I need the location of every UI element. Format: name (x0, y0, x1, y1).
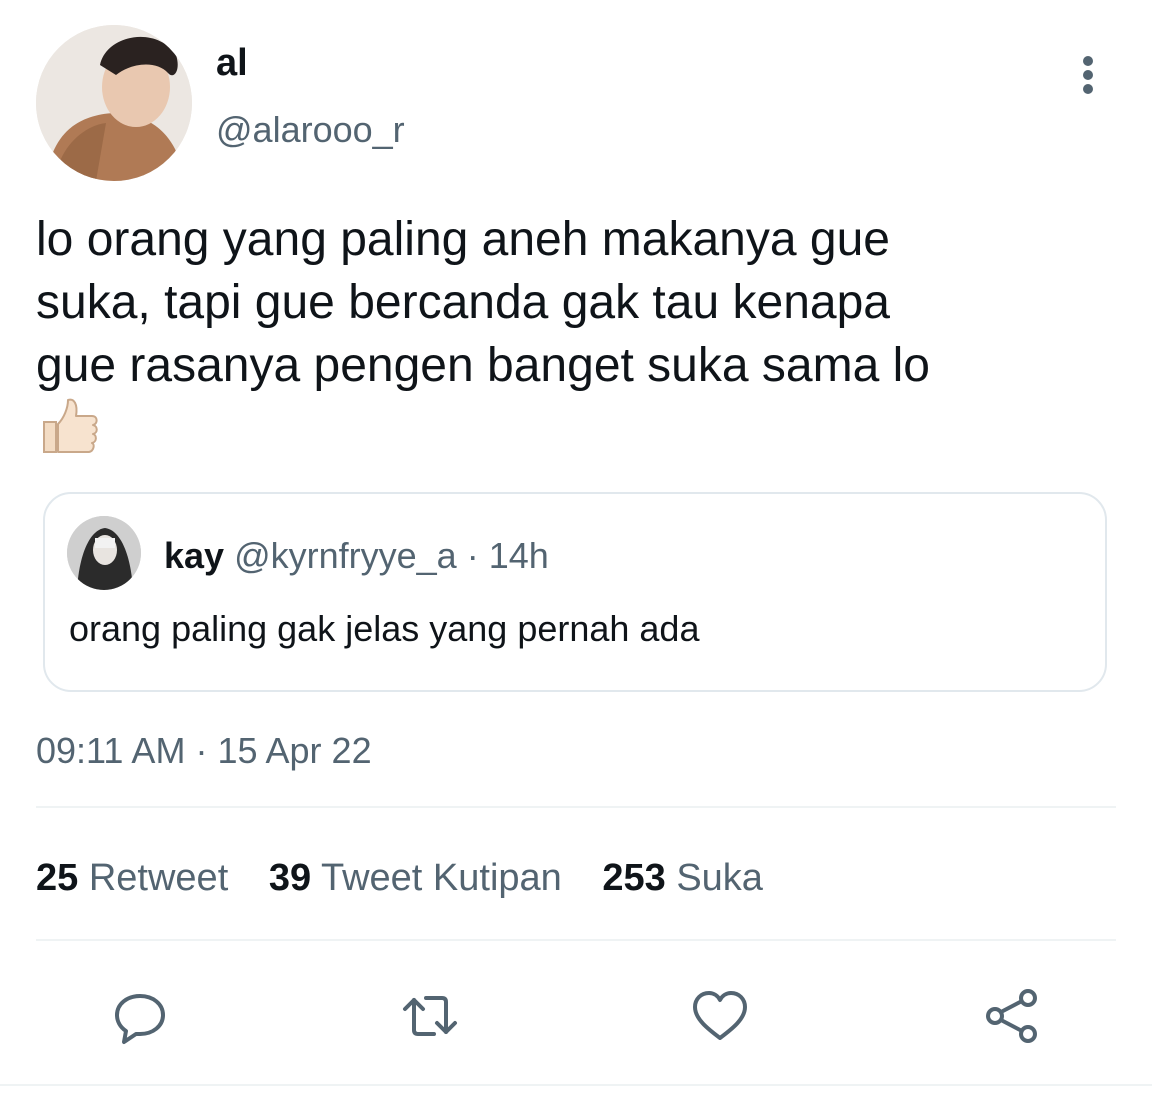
quoted-header: kay @kyrnfryye_a · 14h (164, 534, 549, 578)
reply-icon (115, 994, 165, 1044)
stat-label: Suka (676, 857, 763, 899)
tweet-date: 15 Apr 22 (217, 730, 372, 771)
quote-tweet-count-link[interactable]: 39 Tweet Kutipan (269, 854, 562, 902)
more-options-icon[interactable] (1070, 52, 1110, 98)
like-button[interactable] (688, 984, 752, 1048)
tweet-text-line: gue rasanya pengen banget suka sama lo (36, 339, 930, 392)
avatar-image (36, 25, 192, 181)
stat-count: 39 (268, 857, 312, 899)
stat-count: 25 (36, 857, 79, 899)
tweet-timestamp[interactable]: 09:11 AM · 15 Apr 22 (36, 728, 372, 774)
avatar-image (67, 516, 141, 590)
quoted-time: 14h (488, 535, 549, 576)
engagement-stats: 25 Retweet 39 Tweet Kutipan 253 Suka (36, 854, 793, 902)
tweet-text: lo orang yang paling aneh makanya gue suk… (36, 208, 1126, 397)
share-button[interactable] (980, 984, 1044, 1048)
tweet-text-line: lo orang yang paling aneh makanya gue (36, 213, 890, 266)
quoted-tweet[interactable] (43, 492, 1107, 692)
author-handle[interactable]: @alarooo_r (216, 108, 405, 152)
quoted-author-handle[interactable]: @kyrnfryye_a (234, 535, 457, 576)
divider (36, 806, 1116, 808)
thumbs-up-icon (43, 398, 98, 453)
like-icon (693, 991, 747, 1040)
stat-label: Tweet Kutipan (320, 857, 562, 899)
thumbs-up-emoji (38, 394, 102, 458)
retweet-count-link[interactable]: 25 Retweet (36, 854, 228, 902)
quoted-author-name[interactable]: kay (164, 535, 224, 576)
retweet-button[interactable] (398, 984, 462, 1048)
separator-dot: · (195, 730, 208, 771)
reply-button[interactable] (108, 984, 172, 1048)
author-avatar[interactable] (36, 25, 192, 181)
retweet-icon (403, 996, 457, 1036)
stat-label: Retweet (88, 857, 229, 899)
tweet-text-line: suka, tapi gue bercanda gak tau kenapa (36, 276, 890, 329)
tweet-time: 09:11 AM (36, 730, 186, 771)
divider (36, 939, 1116, 941)
separator-dot: · (466, 535, 479, 576)
quoted-text: orang paling gak jelas yang pernah ada (69, 608, 700, 649)
quoted-author-avatar[interactable] (67, 516, 141, 590)
like-count-link[interactable]: 253 Suka (602, 854, 763, 902)
stat-count: 253 (602, 857, 666, 899)
author-name[interactable]: al (216, 40, 248, 86)
divider (0, 1084, 1152, 1086)
share-icon (986, 989, 1037, 1043)
